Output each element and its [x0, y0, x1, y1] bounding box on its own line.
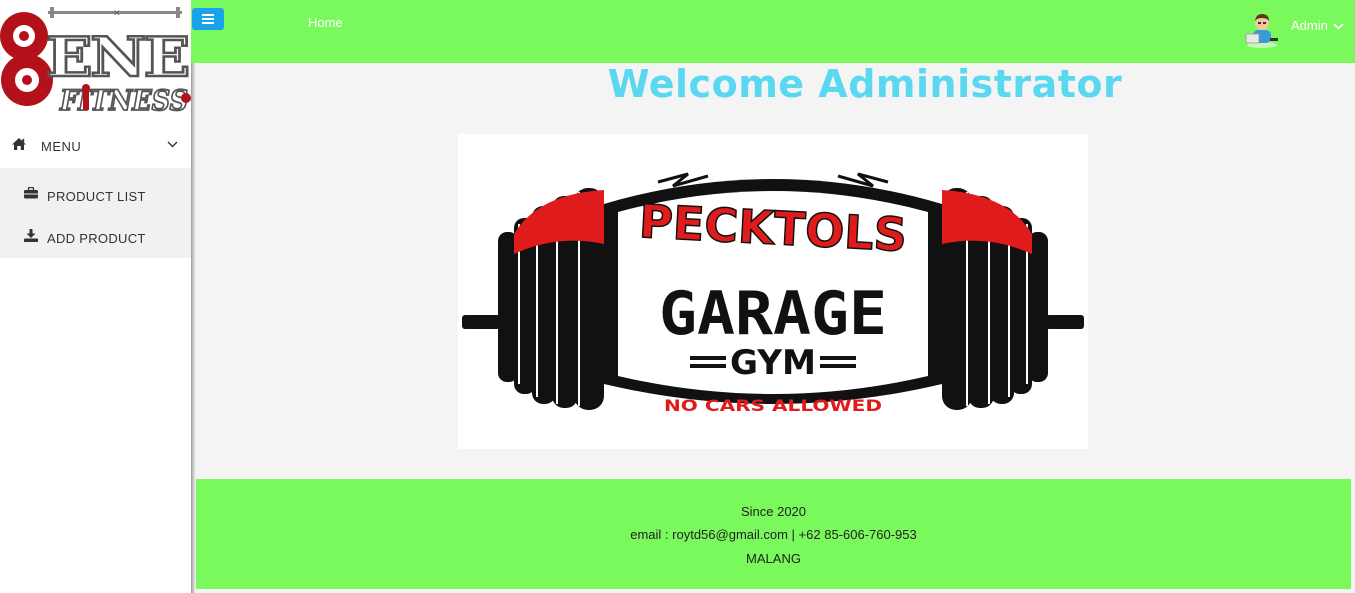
user-menu-label[interactable]: Admin [1291, 18, 1328, 33]
svg-text:✕: ✕ [113, 9, 121, 19]
download-icon [24, 229, 38, 242]
footer-since: Since 2020 [740, 504, 807, 519]
hero-line2: GARAGE [659, 279, 887, 349]
chevron-down-icon[interactable] [1333, 23, 1344, 30]
footer-city: MALANG [746, 551, 801, 566]
hamburger-icon [202, 14, 214, 24]
hero-tagline: NO CARS ALLOWED [664, 396, 882, 415]
top-navbar: Home Admin [191, 0, 1355, 63]
sidebar-item-product-list[interactable]: PRODUCT LIST [0, 172, 191, 212]
page-title: Welcome Administrator [607, 62, 1123, 106]
hero-line3: GYM [730, 343, 816, 383]
sidebar-item-add-product[interactable]: ADD PRODUCT [0, 214, 191, 254]
menu-toggle[interactable]: MENU [0, 126, 191, 166]
footer: Since 2020 email : roytd56@gmail.com | +… [196, 479, 1351, 589]
home-icon [12, 138, 26, 150]
submenu: PRODUCT LIST ADD PRODUCT [0, 168, 191, 258]
chevron-down-icon [167, 141, 178, 148]
sidebar-item-label: PRODUCT LIST [47, 189, 146, 204]
avatar-icon[interactable] [1244, 10, 1280, 48]
footer-contact: email : roytd56@gmail.com | +62 85-606-7… [630, 527, 917, 542]
breadcrumb-home[interactable]: Home [308, 15, 343, 30]
briefcase-icon [24, 187, 38, 199]
sidebar-toggle-button[interactable] [192, 8, 224, 30]
gym-logo: PECKTOLS GARAGE GYM NO CARS ALLOWED [462, 172, 1084, 415]
sidebar-item-label: ADD PRODUCT [47, 231, 146, 246]
menu-label: MENU [41, 139, 82, 154]
hero-image: PECKTOLS GARAGE GYM NO CARS ALLOWED [458, 134, 1088, 449]
